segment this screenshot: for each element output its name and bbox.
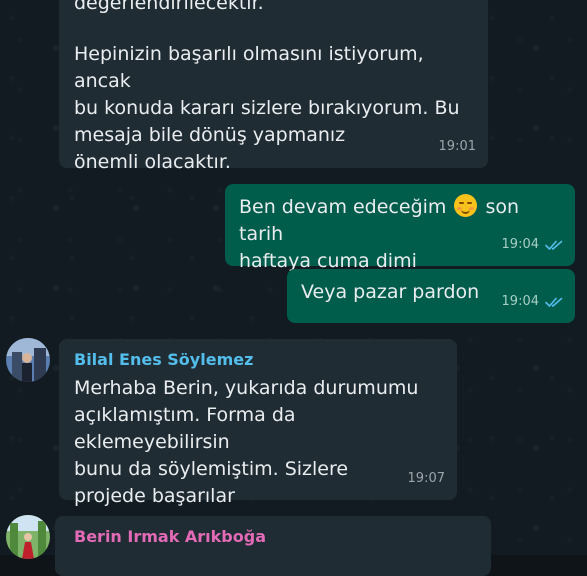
message-meta: 19:04 [502,231,563,258]
outgoing-message[interactable]: Veya pazar pardon 19:04 [287,269,575,323]
message-meta: 19:07 [408,465,445,492]
sender-name[interactable]: Berin Irmak Arıkboğa [74,526,477,548]
avatar[interactable] [6,515,50,559]
sender-name[interactable]: Bilal Enes Söylemez [74,349,443,371]
outgoing-message[interactable]: Ben devam edeceğim son tarih haftaya cum… [225,184,575,272]
message-meta: 19:04 [502,288,563,315]
relieved-face-emoji-icon [454,194,478,217]
incoming-message[interactable]: değerlendirilecektir. Hepinizin başarılı… [59,0,488,173]
message-text: Merhaba Berin, yukarıda durumumu açıklam… [74,377,419,507]
message-text: Hepinizin başarılı olmasını istiyorum, a… [74,43,460,173]
message-text-part: Ben devam edeceğim [239,196,447,218]
message-time: 19:04 [501,237,539,252]
message-time: 19:01 [438,139,476,154]
avatar-photo-icon [6,338,50,382]
double-check-read-icon [545,297,563,307]
avatar[interactable] [6,338,50,382]
incoming-message[interactable]: Berin Irmak Arıkboğa [55,516,491,576]
message-text-continued: değerlendirilecektir. [74,0,264,14]
incoming-message[interactable]: Bilal Enes Söylemez Merhaba Berin, yukar… [59,339,457,507]
avatar-photo-icon [6,515,50,559]
message-meta: 19:01 [439,133,476,160]
message-time: 19:07 [407,471,445,486]
message-time: 19:04 [501,294,539,309]
double-check-read-icon [545,240,563,250]
